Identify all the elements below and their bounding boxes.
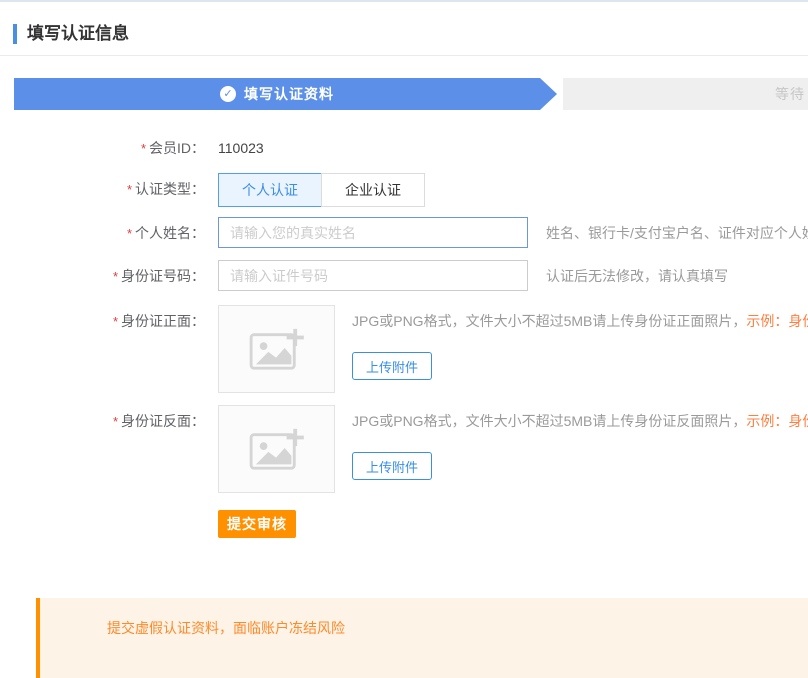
person-name-input[interactable] <box>218 217 528 248</box>
image-plus-icon <box>248 426 306 472</box>
id-back-upload-area[interactable] <box>218 405 335 493</box>
id-number-row: *身份证号码： 认证后无法修改，请认真填写 <box>0 260 808 291</box>
id-front-hint: JPG或PNG格式，文件大小不超过5MB请上传身份证正面照片，示例：身份证正面.… <box>352 312 808 330</box>
top-border <box>0 0 808 2</box>
required-asterisk: * <box>113 314 118 329</box>
step-next-label: 等待 <box>775 78 805 110</box>
id-front-row: *身份证正面： JPG或PNG格式，文件大小不超过5MB请上传身份证正面照片，示… <box>0 305 808 393</box>
id-front-label: *身份证正面： <box>0 305 205 393</box>
auth-type-row: *认证类型： 个人认证 企业认证 <box>0 172 808 207</box>
id-number-label: *身份证号码： <box>0 266 205 286</box>
id-back-example-link[interactable]: 示例：身份证反面.png <box>746 413 808 429</box>
id-front-upload-button[interactable]: 上传附件 <box>352 352 432 380</box>
title-divider <box>0 55 808 56</box>
step-progress-bar: ✓ 填写认证资料 等待 <box>14 78 808 110</box>
step-current-label: 填写认证资料 <box>244 84 334 104</box>
id-front-example-link[interactable]: 示例：身份证正面.png <box>746 313 808 329</box>
required-asterisk: * <box>113 414 118 429</box>
id-back-upload-button[interactable]: 上传附件 <box>352 452 432 480</box>
submit-review-button[interactable]: 提交审核 <box>218 510 296 538</box>
id-back-label: *身份证反面： <box>0 405 205 493</box>
member-id-label: *会员ID： <box>0 138 205 158</box>
check-circle-icon: ✓ <box>220 86 236 102</box>
id-front-upload-area[interactable] <box>218 305 335 393</box>
required-asterisk: * <box>141 141 146 156</box>
image-plus-icon <box>248 326 306 372</box>
member-id-row: *会员ID： 110023 <box>0 138 808 158</box>
required-asterisk: * <box>127 226 132 241</box>
page-title: 填写认证信息 <box>13 24 129 44</box>
id-back-hint: JPG或PNG格式，文件大小不超过5MB请上传身份证反面照片，示例：身份证反面.… <box>352 412 808 430</box>
person-name-hint: 姓名、银行卡/支付宝户名、证件对应个人姓名必须一 <box>546 223 808 243</box>
id-back-row: *身份证反面： JPG或PNG格式，文件大小不超过5MB请上传身份证反面照片，示… <box>0 405 808 493</box>
required-asterisk: * <box>113 269 118 284</box>
id-number-input[interactable] <box>218 260 528 291</box>
member-id-value: 110023 <box>218 140 264 156</box>
auth-type-label: *认证类型： <box>0 172 205 207</box>
warning-text: 提交虚假认证资料，面临账户冻结风险 <box>107 618 345 638</box>
tab-personal-auth[interactable]: 个人认证 <box>218 173 322 207</box>
id-number-hint: 认证后无法修改，请认真填写 <box>546 266 728 286</box>
step-fill-auth-info: ✓ 填写认证资料 <box>14 78 540 110</box>
warning-panel: 提交虚假认证资料，面临账户冻结风险 <box>36 598 808 678</box>
step-waiting: 等待 <box>563 78 808 110</box>
step-arrow-icon <box>540 78 557 110</box>
required-asterisk: * <box>127 182 132 197</box>
tab-enterprise-auth[interactable]: 企业认证 <box>321 173 425 207</box>
person-name-row: *个人姓名： 姓名、银行卡/支付宝户名、证件对应个人姓名必须一 <box>0 217 808 248</box>
person-name-label: *个人姓名： <box>0 223 205 243</box>
